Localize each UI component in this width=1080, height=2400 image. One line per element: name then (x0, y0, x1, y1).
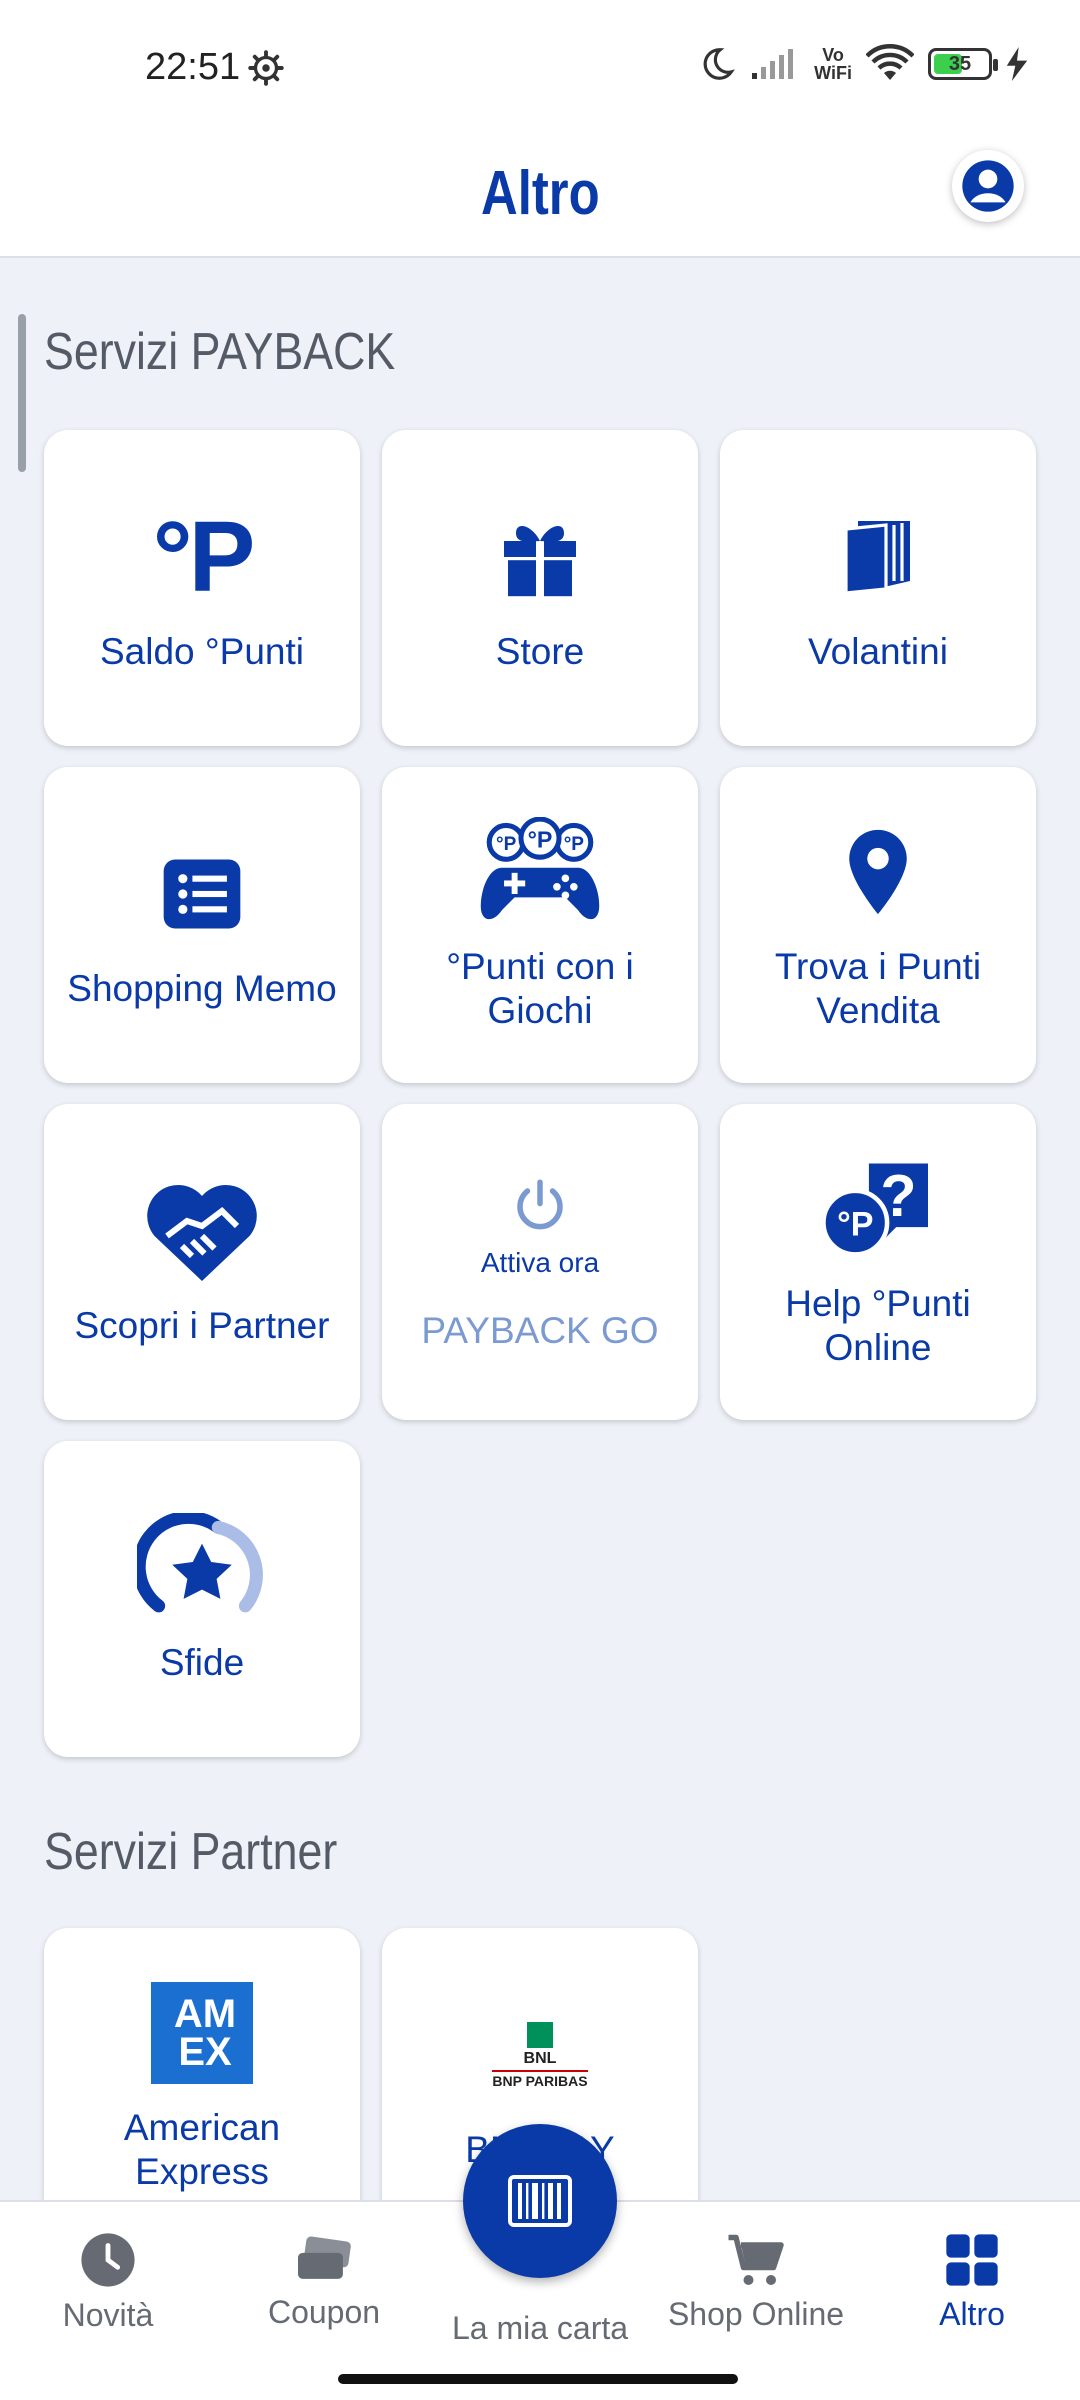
nav-label: Novità (62, 2296, 154, 2333)
nav-altro[interactable]: Altro (864, 2202, 1080, 2362)
amex-logo-icon: AM EX (151, 1978, 253, 2088)
user-avatar-icon (962, 160, 1014, 212)
tile-sublabel: Attiva ora (480, 1247, 600, 1278)
status-bar: 22:51 Vo WiFi 35 (0, 0, 1080, 130)
status-time-text: 22:51 (145, 46, 241, 88)
list-icon (156, 839, 248, 949)
screen: 22:51 Vo WiFi 35 Altro Servizi PAYBACK °… (0, 0, 1080, 2400)
status-icons: Vo WiFi 35 (698, 44, 1028, 84)
nav-novita[interactable]: Novità (0, 2202, 216, 2362)
svg-text:°P: °P (528, 826, 553, 852)
settings-gear-icon (248, 49, 284, 86)
battery-icon: 35 (928, 48, 998, 80)
home-indicator[interactable] (338, 2374, 738, 2384)
nav-label: La mia carta (451, 2309, 629, 2346)
scrollbar (18, 314, 26, 472)
tile-label: Sfide (159, 1642, 245, 1683)
vowifi-icon: Vo WiFi (814, 46, 852, 82)
bnp-logo-text: BNP PARIBAS (492, 2069, 588, 2089)
charging-bolt-icon (1006, 47, 1028, 81)
tile-label: Scopri i Partner (74, 1305, 330, 1346)
tile-volantini[interactable]: Volantini (720, 430, 1036, 746)
svg-text:°P: °P (837, 1205, 873, 1243)
page-title: Altro (480, 158, 600, 228)
tile-label: Shopping Memo (67, 968, 337, 1009)
vowifi-bottom: WiFi (814, 63, 852, 83)
handshake-heart-icon (142, 1176, 262, 1286)
tile-label: Help °Punti Online (785, 1283, 971, 1368)
tile-label: PAYBACK GO (421, 1310, 659, 1351)
points-icon: °P (152, 501, 256, 613)
bnl-logo-text: BNL (523, 2049, 557, 2067)
tile-payback-go[interactable]: Attiva ora PAYBACK GO (382, 1104, 698, 1420)
signal-icon (752, 49, 794, 79)
svg-text:°P: °P (496, 834, 517, 855)
card-barcode-button[interactable] (463, 2124, 617, 2278)
cart-icon (728, 2234, 784, 2285)
tile-label: American Express (123, 2107, 281, 2192)
nav-label: Shop Online (667, 2295, 845, 2332)
tile-saldo-punti[interactable]: °P Saldo °Punti (44, 430, 360, 746)
flyers-icon (830, 502, 926, 612)
tile-punti-giochi[interactable]: °P °P °P °Punti con i Giochi (382, 767, 698, 1083)
tile-trova-punti-vendita[interactable]: Trova i Punti Vendita (720, 767, 1036, 1083)
profile-button[interactable] (952, 150, 1024, 222)
star-gauge-icon (137, 1513, 267, 1623)
tile-help-punti-online[interactable]: ? °P Help °Punti Online (720, 1104, 1036, 1420)
svg-text:°P: °P (564, 834, 585, 855)
wifi-icon (866, 44, 914, 80)
tile-scopri-partner[interactable]: Scopri i Partner (44, 1104, 360, 1420)
tile-label: Store (495, 631, 585, 672)
section-title-payback: Servizi PAYBACK (44, 323, 396, 381)
tile-label: Saldo °Punti (99, 631, 305, 672)
power-icon (510, 1171, 570, 1241)
location-pin-icon (832, 817, 924, 927)
gamepad-icon: °P °P °P (475, 817, 605, 927)
clock-icon (81, 2232, 135, 2287)
gift-icon (492, 502, 588, 612)
nav-coupon[interactable]: Coupon (216, 2202, 432, 2362)
grid-icon (946, 2233, 998, 2286)
vowifi-top: Vo (822, 45, 844, 65)
tile-sfide[interactable]: Sfide (44, 1441, 360, 1757)
app-header: Altro (0, 130, 1080, 258)
status-time: 22:51 (145, 46, 284, 89)
barcode-icon (508, 2175, 572, 2227)
amex-logo-text-bottom: EX (178, 2030, 232, 2074)
battery-level: 35 (948, 52, 972, 75)
tile-label: Trova i Punti Vendita (774, 946, 982, 1031)
nav-shop-online[interactable]: Shop Online (648, 2202, 864, 2362)
section-title-partner: Servizi Partner (44, 1823, 338, 1881)
tile-shopping-memo[interactable]: Shopping Memo (44, 767, 360, 1083)
tile-label: °Punti con i Giochi (446, 946, 634, 1031)
tile-label: Volantini (808, 631, 948, 672)
nav-label: Coupon (267, 2293, 381, 2330)
nav-label: Altro (939, 2295, 1005, 2332)
tile-american-express[interactable]: AM EX American Express (44, 1928, 360, 2200)
bnl-logo-icon: BNL BNP PARIBAS (492, 2000, 588, 2110)
tile-store[interactable]: Store (382, 430, 698, 746)
amex-logo-text-top: AM (173, 1992, 237, 2036)
help-icon: ? °P (818, 1154, 938, 1264)
content-area[interactable]: Servizi PAYBACK °P Saldo °Punti Store Vo… (0, 260, 1080, 2200)
coupon-icon (298, 2235, 351, 2279)
moon-icon (703, 48, 736, 80)
